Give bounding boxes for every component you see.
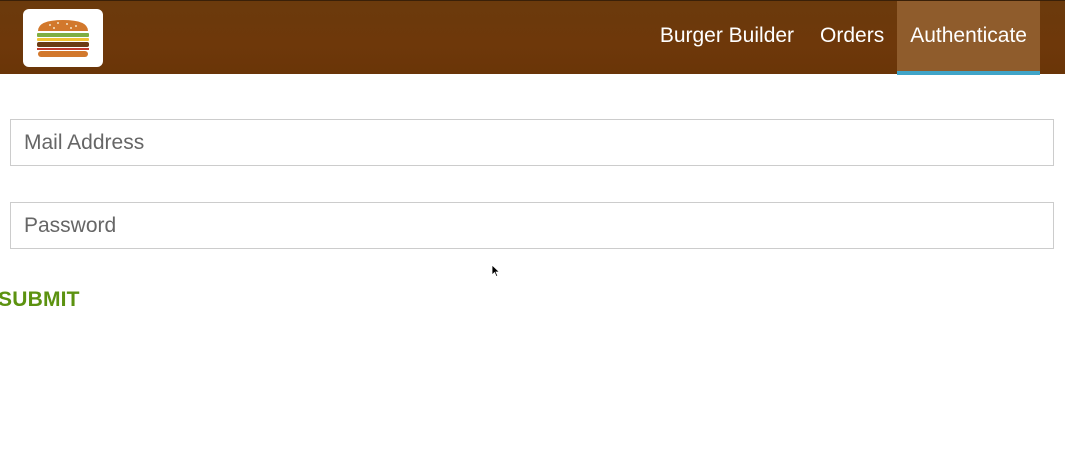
password-field[interactable]: [10, 202, 1054, 249]
nav-item-orders[interactable]: Orders: [807, 1, 897, 75]
nav-item-authenticate[interactable]: Authenticate: [897, 1, 1040, 75]
email-field[interactable]: [10, 119, 1054, 166]
logo[interactable]: [23, 9, 103, 67]
toolbar: Burger Builder Orders Authenticate: [0, 0, 1065, 75]
mouse-cursor-icon: [491, 264, 501, 278]
submit-button[interactable]: SUBMIT: [0, 288, 80, 312]
main-navigation: Burger Builder Orders Authenticate: [647, 1, 1040, 75]
nav-item-burger-builder[interactable]: Burger Builder: [647, 1, 807, 75]
burger-logo-icon: [37, 20, 89, 57]
